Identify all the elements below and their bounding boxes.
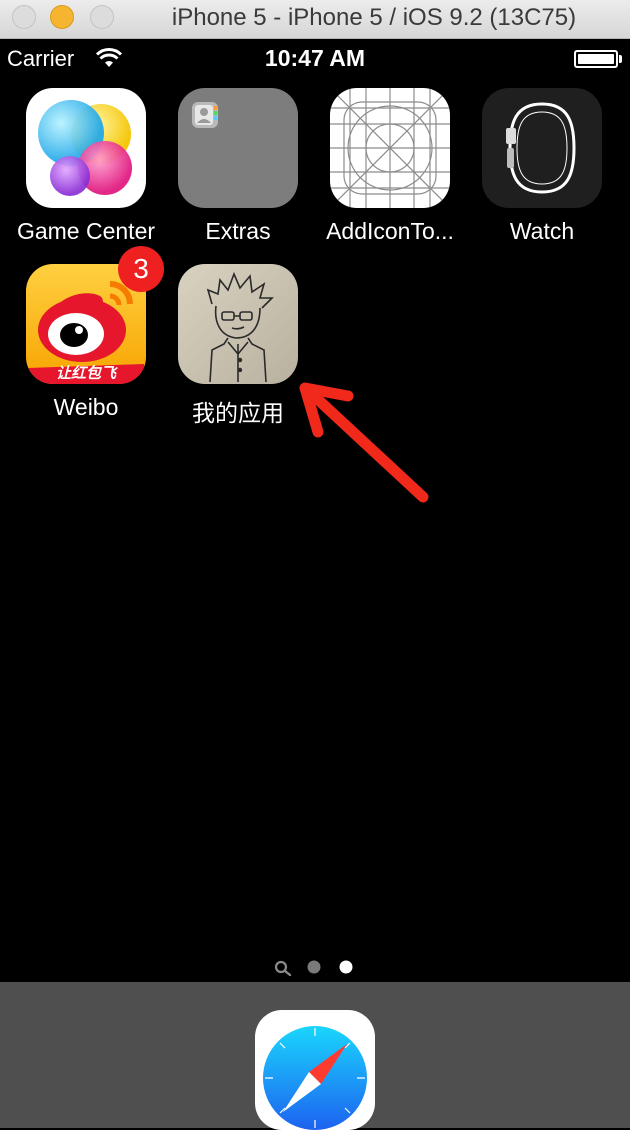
search-icon: [274, 960, 292, 976]
safari-compass-icon[interactable]: [255, 1010, 375, 1130]
page-dot-inactive: [307, 960, 321, 974]
page-dot-active: [339, 960, 353, 974]
dock: [0, 982, 630, 1130]
page-indicator[interactable]: [0, 958, 630, 976]
